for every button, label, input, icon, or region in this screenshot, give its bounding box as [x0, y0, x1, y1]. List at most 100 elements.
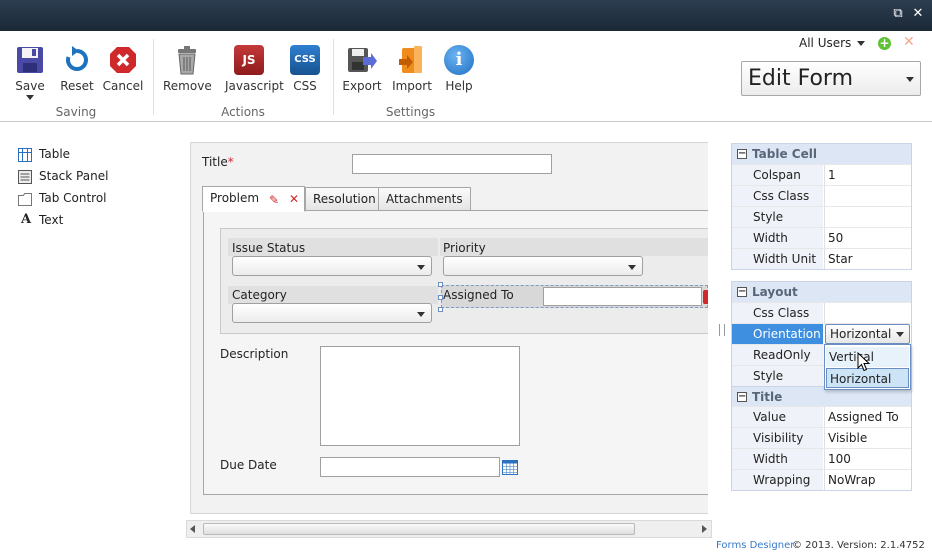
reset-icon: [62, 45, 92, 75]
reset-button[interactable]: Reset: [53, 45, 101, 93]
issue-status-select[interactable]: [232, 256, 432, 276]
edit-icon[interactable]: ✎: [269, 193, 279, 207]
prop-row-visibility[interactable]: Visibility Visible: [732, 427, 911, 448]
prop-row-css-class[interactable]: Css Class: [732, 185, 911, 206]
export-icon: [347, 45, 377, 75]
cancel-label: Cancel: [102, 79, 144, 93]
save-dropdown-arrow-icon[interactable]: [6, 93, 54, 101]
save-label: Save: [15, 79, 45, 93]
css-icon: CSS: [290, 45, 320, 75]
remove-label: Remove: [163, 79, 212, 93]
collapse-icon: −: [737, 391, 747, 402]
actions-group-label: Actions: [221, 105, 265, 119]
resize-handle[interactable]: [438, 282, 443, 287]
import-button[interactable]: Import: [388, 45, 436, 93]
remove-button[interactable]: Remove: [163, 45, 212, 93]
prop-row-colspan[interactable]: Colspan 1: [732, 164, 911, 185]
table-icon: [18, 148, 32, 162]
chevron-down-icon: [417, 265, 425, 270]
delete-tab-icon[interactable]: ✕: [289, 192, 299, 206]
export-button[interactable]: Export: [338, 45, 386, 93]
layout-header[interactable]: − Layout: [732, 282, 911, 302]
prop-row-css-class[interactable]: Css Class: [732, 302, 911, 323]
due-date-input[interactable]: [320, 457, 500, 477]
javascript-icon: JS: [234, 45, 264, 75]
splitter-handle[interactable]: [719, 324, 725, 336]
delete-icon[interactable]: ✕: [903, 35, 916, 50]
import-label: Import: [392, 79, 432, 93]
group-separator: [153, 39, 154, 115]
mouse-cursor-icon: [857, 352, 870, 372]
tab-control-icon: [18, 193, 32, 206]
help-icon: i: [444, 45, 474, 75]
title-label: Title*: [202, 155, 234, 169]
priority-select[interactable]: [443, 256, 643, 276]
version-text: © 2013. Version: 2.1.4752: [792, 540, 925, 551]
horizontal-scrollbar[interactable]: [186, 520, 712, 538]
window-titlebar: ⧉ ✕: [0, 0, 932, 31]
chevron-down-icon: [906, 77, 914, 82]
add-icon[interactable]: +: [878, 37, 891, 50]
table-cell-header[interactable]: − Table Cell: [732, 144, 911, 164]
trash-icon: [172, 45, 202, 75]
assigned-to-label: Assigned To: [443, 288, 514, 302]
cancel-icon: [108, 45, 138, 75]
collapse-icon: −: [737, 286, 747, 297]
people-picker-icon[interactable]: [703, 290, 708, 304]
scroll-right-icon[interactable]: [702, 525, 707, 533]
javascript-button[interactable]: JS Javascript: [225, 45, 284, 93]
css-label: CSS: [293, 79, 317, 93]
css-button[interactable]: CSS CSS: [281, 45, 329, 93]
product-link[interactable]: Forms Designer: [716, 540, 794, 551]
help-label: Help: [445, 79, 473, 93]
reset-label: Reset: [60, 79, 94, 93]
chevron-down-icon: [857, 41, 865, 46]
prop-row-orientation[interactable]: Orientation Horizontal: [732, 323, 911, 344]
tab-attachments[interactable]: Attachments: [378, 187, 471, 211]
assigned-to-input[interactable]: [543, 287, 702, 306]
cancel-button[interactable]: Cancel: [99, 45, 147, 93]
javascript-label: Javascript: [225, 79, 284, 93]
description-textarea[interactable]: [320, 346, 520, 446]
orientation-select[interactable]: Horizontal: [825, 324, 910, 344]
tab-problem[interactable]: Problem ✎ ✕: [202, 186, 305, 212]
group-separator: [333, 39, 334, 115]
save-button[interactable]: Save: [6, 45, 54, 101]
help-button[interactable]: i Help: [435, 45, 483, 93]
close-window-button[interactable]: ✕: [909, 5, 927, 23]
calendar-icon[interactable]: [502, 460, 518, 475]
prop-row-value[interactable]: Value Assigned To: [732, 406, 911, 427]
ribbon: Save Reset Cancel Saving Remove JS Javas…: [0, 31, 932, 122]
description-label: Description: [220, 347, 289, 361]
users-select[interactable]: All Users: [799, 36, 867, 52]
form-select[interactable]: Edit Form: [741, 61, 921, 96]
prop-row-width-unit[interactable]: Width Unit Star: [732, 248, 911, 269]
category-label: Category: [232, 288, 287, 302]
resize-handle[interactable]: [438, 307, 443, 312]
export-label: Export: [342, 79, 382, 93]
tab-resolution[interactable]: Resolution: [305, 187, 384, 211]
chevron-down-icon: [628, 265, 636, 270]
prop-row-wrapping[interactable]: Wrapping NoWrap: [732, 469, 911, 490]
chevron-down-icon: [417, 312, 425, 317]
import-icon: [397, 45, 427, 75]
save-icon: [15, 45, 45, 75]
priority-label: Priority: [443, 241, 486, 255]
restore-window-button[interactable]: ⧉: [889, 5, 907, 23]
prop-row-style[interactable]: Style: [732, 206, 911, 227]
saving-group-label: Saving: [55, 105, 97, 119]
chevron-down-icon: [896, 332, 904, 337]
due-date-label: Due Date: [220, 458, 277, 472]
text-icon: A: [21, 212, 32, 227]
stack-panel-icon: [18, 170, 32, 184]
category-select[interactable]: [232, 303, 432, 323]
properties-table-cell: − Table Cell Colspan 1 Css Class Style Wi…: [731, 143, 912, 270]
title-input[interactable]: [352, 154, 552, 174]
scrollbar-thumb[interactable]: [203, 523, 635, 535]
prop-row-width[interactable]: Width 50: [732, 227, 911, 248]
issue-status-label: Issue Status: [232, 241, 306, 255]
settings-group-label: Settings: [385, 105, 436, 119]
collapse-icon: −: [737, 148, 747, 159]
prop-row-width[interactable]: Width 100: [732, 448, 911, 469]
scroll-left-icon[interactable]: [190, 525, 195, 533]
